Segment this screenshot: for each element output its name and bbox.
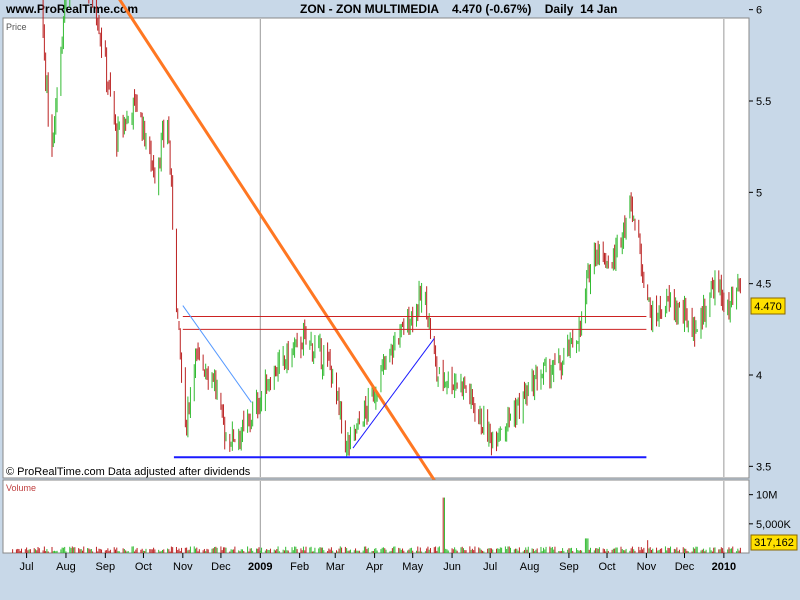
volume-axis: 10M 5,000K [749,490,792,531]
time-tick-label: Dec [211,561,231,573]
time-tick-label: Jul [483,561,497,573]
time-tick-label: Sep [559,561,579,573]
volume-panel[interactable] [2,479,750,554]
price-tick-label: 6 [756,5,762,17]
time-tick-label: Apr [366,561,383,573]
time-tick-label: Nov [173,561,193,573]
time-tick-label: Oct [135,561,152,573]
price-tick-label: 5 [756,187,762,199]
price-tick-label: 3.5 [756,461,771,473]
price-axis: 76.565.554.543.5 [749,5,771,473]
price-tick-label: 4.5 [756,279,771,291]
price-volume-chart[interactable]: Price 76.565.554.543.5 © ProRealTime.com… [0,0,800,600]
time-tick-label: Jul [20,561,34,573]
time-tick-label: Sep [96,561,116,573]
time-tick-label: Feb [290,561,309,573]
price-tick-label: 4 [756,370,762,382]
time-tick-label: Jun [443,561,461,573]
volume-label: Volume [6,483,36,493]
time-tick-label: Aug [520,561,540,573]
current-volume-text: 317,162 [754,537,794,549]
price-label: Price [6,22,27,32]
time-tick-label: 2010 [712,561,736,573]
time-tick-label: May [402,561,423,573]
time-tick-label: Nov [637,561,657,573]
current-price-text: 4.470 [754,301,782,313]
time-axis: Jul Aug Sep Oct Nov Dec 2009 Feb Mar Apr May Jun Jul… [20,553,736,573]
time-tick-label: 2009 [248,561,272,573]
time-tick-label: Aug [56,561,76,573]
time-tick-label: Mar [326,561,345,573]
time-tick-label: Oct [598,561,615,573]
volume-tick-label: 5,000K [756,519,792,531]
time-tick-label: Dec [675,561,695,573]
price-tick-label: 5.5 [756,96,771,108]
volume-tick-label: 10M [756,490,777,502]
chart-footer: © ProRealTime.com Data adjusted after di… [6,466,251,478]
